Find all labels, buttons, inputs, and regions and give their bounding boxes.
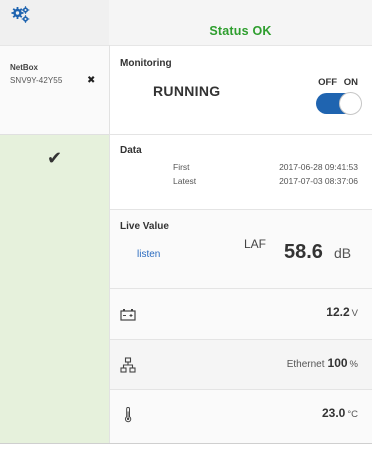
checkmark-icon: ✔ (46, 148, 63, 168)
temperature-unit: °C (347, 409, 358, 420)
network-row: Ethernet 100% (110, 339, 372, 389)
first-value: 2017-06-28 09:41:53 (279, 162, 358, 172)
battery-unit: V (351, 308, 358, 319)
battery-value: 12.2 (326, 305, 350, 319)
device-title: NetBox (10, 63, 39, 72)
data-section: Data First 2017-06-28 09:41:53 Latest 20… (110, 134, 372, 209)
netbox-status-panel: Status OK NetBox SNV9Y-42Y55 ✖ ✔ Monitor… (0, 0, 372, 459)
monitoring-state: RUNNING (153, 83, 221, 99)
network-unit: % (349, 359, 358, 370)
monitoring-toggle[interactable] (316, 92, 362, 115)
bottom-strip (0, 444, 372, 459)
listen-link[interactable]: listen (137, 249, 160, 260)
live-value-section: Live Value listen LAF 58.6 dB (110, 209, 372, 288)
remove-device-icon[interactable]: ✖ (87, 75, 95, 86)
toggle-off-label: OFF (318, 77, 338, 88)
header: Status OK (0, 0, 372, 45)
data-title: Data (120, 145, 142, 156)
toggle-knob[interactable] (339, 92, 362, 115)
header-right: Status OK (109, 0, 372, 45)
live-value: 58.6 (284, 241, 323, 263)
battery-icon (120, 309, 136, 321)
live-value-title: Live Value (120, 221, 169, 232)
header-left (0, 0, 109, 45)
battery-reading: 12.2 V (326, 305, 358, 319)
device-state-panel: ✔ (0, 134, 109, 443)
latest-value: 2017-07-03 08:37:06 (279, 176, 358, 186)
thermometer-icon (124, 407, 132, 423)
device-card: NetBox SNV9Y-42Y55 ✖ (0, 45, 109, 134)
network-value: 100 (327, 356, 348, 370)
temperature-value: 23.0 (321, 406, 346, 420)
temperature-reading: 23.0 °C (322, 406, 358, 420)
device-serial: SNV9Y-42Y55 (10, 76, 63, 85)
status-text: Status OK (209, 24, 272, 38)
network-reading: Ethernet 100% (287, 356, 358, 370)
battery-row: 12.2 V (110, 288, 372, 339)
network-label: Ethernet (286, 359, 325, 370)
temperature-row: 23.0 °C (110, 389, 372, 443)
monitoring-title: Monitoring (120, 58, 172, 69)
toggle-labels: OFF ON (318, 77, 358, 88)
latest-label: Latest (173, 176, 197, 186)
network-icon (120, 357, 136, 373)
live-unit: dB (334, 245, 352, 261)
monitoring-section: Monitoring RUNNING OFF ON (110, 45, 372, 134)
first-label: First (173, 162, 190, 172)
device-column: NetBox SNV9Y-42Y55 ✖ ✔ (0, 45, 109, 443)
details-column: Monitoring RUNNING OFF ON Data First 201… (110, 45, 372, 443)
toggle-on-label: ON (343, 77, 358, 88)
gears-icon[interactable] (11, 6, 31, 24)
live-metric: LAF (244, 237, 267, 251)
